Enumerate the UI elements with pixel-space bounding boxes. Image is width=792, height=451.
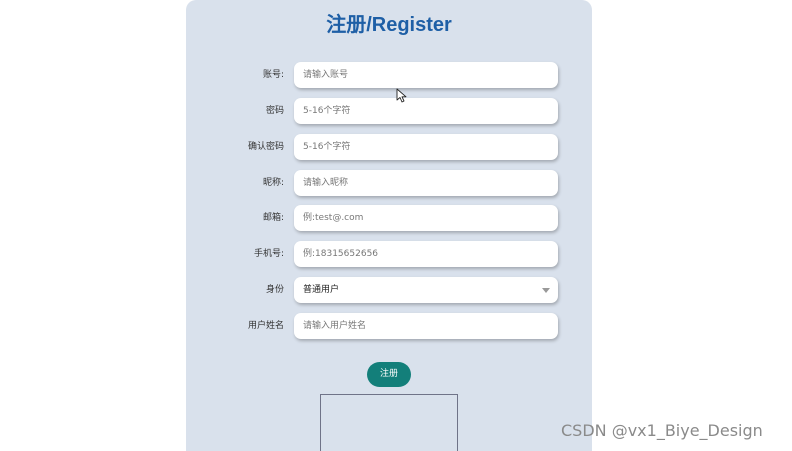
password-label: 密码 bbox=[265, 106, 284, 116]
email-input[interactable] bbox=[294, 205, 558, 231]
register-button[interactable]: 注册 bbox=[367, 362, 411, 387]
email-row: 邮箱: bbox=[186, 205, 592, 231]
watermark-text: CSDN @vx1_Biye_Design bbox=[561, 421, 763, 440]
password-row: 密码 bbox=[186, 98, 592, 124]
register-panel: 注册/Register 账号: 密码 确认密码 昵称: 邮箱: 手机号: 身份 … bbox=[186, 0, 592, 451]
confirm-password-row: 确认密码 bbox=[186, 134, 592, 160]
account-row: 账号: bbox=[186, 62, 592, 88]
confirm-password-label: 确认密码 bbox=[247, 142, 284, 152]
phone-label: 手机号: bbox=[253, 249, 284, 259]
phone-row: 手机号: bbox=[186, 241, 592, 267]
captcha-box bbox=[320, 394, 458, 451]
identity-select[interactable]: 普通用户 bbox=[294, 277, 558, 303]
account-input[interactable] bbox=[294, 62, 558, 88]
identity-selected-value: 普通用户 bbox=[303, 285, 340, 295]
real-name-label: 用户姓名 bbox=[247, 321, 284, 331]
identity-row: 身份 普通用户 bbox=[186, 277, 592, 303]
mouse-pointer-icon bbox=[396, 88, 407, 103]
real-name-row: 用户姓名 bbox=[186, 313, 592, 339]
nickname-row: 昵称: bbox=[186, 170, 592, 196]
page-title: 注册/Register bbox=[326, 14, 452, 36]
nickname-input[interactable] bbox=[294, 170, 558, 196]
identity-label: 身份 bbox=[265, 285, 284, 295]
confirm-password-input[interactable] bbox=[294, 134, 558, 160]
real-name-input[interactable] bbox=[294, 313, 558, 339]
account-label: 账号: bbox=[262, 70, 284, 80]
chevron-down-icon bbox=[542, 288, 550, 293]
phone-input[interactable] bbox=[294, 241, 558, 267]
email-label: 邮箱: bbox=[262, 213, 284, 223]
nickname-label: 昵称: bbox=[262, 178, 284, 188]
password-input[interactable] bbox=[294, 98, 558, 124]
